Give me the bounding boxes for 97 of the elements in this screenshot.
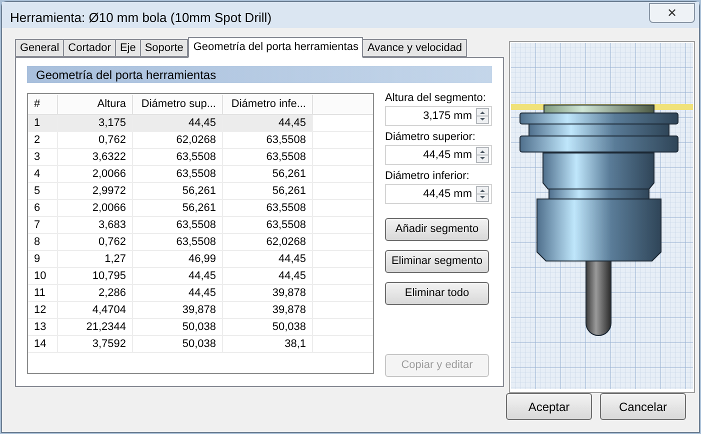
table-row[interactable]: 10 10,795 44,45 44,45 [28, 268, 373, 285]
action-button[interactable]: Eliminar segmento [385, 250, 489, 273]
table-cell: 11 [28, 285, 58, 301]
number-field[interactable]: 44,45 mm [385, 145, 492, 165]
column-header[interactable]: Diámetro sup... [133, 95, 223, 114]
table-cell: 13 [28, 319, 58, 335]
table-cell: 4,4704 [58, 302, 133, 318]
table-cell: 44,45 [133, 285, 223, 301]
table-cell: 12 [28, 302, 58, 318]
table-cell: 2 [28, 132, 58, 148]
spinner-icon[interactable] [476, 108, 489, 124]
table-cell: 10 [28, 268, 58, 284]
tab[interactable]: Cortador [63, 39, 116, 57]
dialog-button[interactable]: Aceptar [506, 393, 592, 420]
table-row[interactable]: 9 1,27 46,99 44,45 [28, 251, 373, 268]
table-row[interactable]: 4 2,0066 63,5508 56,261 [28, 166, 373, 183]
tab[interactable]: General [15, 39, 64, 57]
table-cell: 14 [28, 336, 58, 352]
table-cell: 63,5508 [133, 149, 223, 165]
table-cell: 39,878 [223, 285, 313, 301]
tab[interactable]: Avance y velocidad [362, 39, 468, 57]
number-field[interactable]: 44,45 mm [385, 184, 492, 204]
table-cell: 44,45 [223, 251, 313, 267]
table-row[interactable]: 8 0,762 63,5508 62,0268 [28, 234, 373, 251]
tab[interactable]: Eje [114, 39, 141, 57]
table-row[interactable]: 12 4,4704 39,878 39,878 [28, 302, 373, 319]
table-cell: 50,038 [223, 319, 313, 335]
table-cell: 63,5508 [223, 217, 313, 233]
table-cell: 62,0268 [133, 132, 223, 148]
column-header[interactable]: # [28, 95, 58, 114]
table-cell: 56,261 [133, 183, 223, 199]
table-cell: 3 [28, 149, 58, 165]
table-cell: 6 [28, 200, 58, 216]
table-cell: 3,175 [58, 115, 133, 131]
number-field[interactable]: 3,175 mm [385, 106, 492, 126]
window-title: Herramienta: Ø10 mm bola (10mm Spot Drill) [10, 9, 272, 27]
table-cell: 56,261 [133, 200, 223, 216]
table-cell: 0,762 [58, 234, 133, 250]
table-row[interactable]: 1 3,175 44,45 44,45 [28, 115, 373, 132]
table-cell: 63,5508 [133, 217, 223, 233]
table-row[interactable]: 14 3,7592 50,038 38,1 [28, 336, 373, 353]
table-cell: 63,5508 [133, 166, 223, 182]
table-cell: 10,795 [58, 268, 133, 284]
action-button[interactable]: Eliminar todo [385, 282, 489, 305]
table-row[interactable]: 6 2,0066 56,261 63,5508 [28, 200, 373, 217]
tab[interactable]: Soporte [140, 39, 188, 57]
table-cell: 44,45 [223, 268, 313, 284]
table-cell: 8 [28, 234, 58, 250]
table-cell: 7 [28, 217, 58, 233]
table-cell: 9 [28, 251, 58, 267]
table-cell: 2,9972 [58, 183, 133, 199]
close-button[interactable]: ✕ [649, 3, 695, 23]
table-cell: 0,762 [58, 132, 133, 148]
table-cell: 44,45 [133, 268, 223, 284]
table-cell: 21,2344 [58, 319, 133, 335]
table-cell: 1,27 [58, 251, 133, 267]
table-cell: 4 [28, 166, 58, 182]
table-cell: 2,286 [58, 285, 133, 301]
table-row[interactable]: 2 0,762 62,0268 63,5508 [28, 132, 373, 149]
tab[interactable]: Geometría del porta herramientas [188, 37, 364, 58]
table-cell: 44,45 [133, 115, 223, 131]
table-cell: 63,5508 [223, 200, 313, 216]
table-row[interactable]: 5 2,9972 56,261 56,261 [28, 183, 373, 200]
table-cell: 3,683 [58, 217, 133, 233]
field-label: Altura del segmento: [385, 91, 487, 106]
spinner-icon[interactable] [476, 147, 489, 163]
table-row[interactable]: 3 3,6322 63,5508 63,5508 [28, 149, 373, 166]
table-cell: 3,6322 [58, 149, 133, 165]
table-cell: 56,261 [223, 183, 313, 199]
field-label: Diámetro inferior: [385, 169, 470, 184]
dialog-button[interactable]: Cancelar [600, 393, 686, 420]
section-header: Geometría del porta herramientas [27, 66, 492, 83]
table-cell: 63,5508 [133, 234, 223, 250]
table-cell: 62,0268 [223, 234, 313, 250]
table-cell: 2,0066 [58, 166, 133, 182]
field-label: Diámetro superior: [385, 130, 476, 145]
table-row[interactable]: 7 3,683 63,5508 63,5508 [28, 217, 373, 234]
table-cell: 63,5508 [223, 132, 313, 148]
action-button[interactable]: Añadir segmento [385, 218, 489, 241]
table-cell: 3,7592 [58, 336, 133, 352]
table-cell: 1 [28, 115, 58, 131]
table-cell: 50,038 [133, 319, 223, 335]
table-cell: 46,99 [133, 251, 223, 267]
table-row[interactable]: 13 21,2344 50,038 50,038 [28, 319, 373, 336]
table-cell: 5 [28, 183, 58, 199]
table-cell: 38,1 [223, 336, 313, 352]
table-cell: 39,878 [133, 302, 223, 318]
column-header[interactable]: Diámetro infe... [223, 95, 313, 114]
table-cell: 39,878 [223, 302, 313, 318]
table-cell: 44,45 [223, 115, 313, 131]
spinner-icon[interactable] [476, 186, 489, 202]
column-header[interactable]: Altura [58, 95, 133, 114]
table-cell: 2,0066 [58, 200, 133, 216]
table-cell: 63,5508 [223, 149, 313, 165]
table-row[interactable]: 11 2,286 44,45 39,878 [28, 285, 373, 302]
table-cell: 50,038 [133, 336, 223, 352]
table-cell: 56,261 [223, 166, 313, 182]
